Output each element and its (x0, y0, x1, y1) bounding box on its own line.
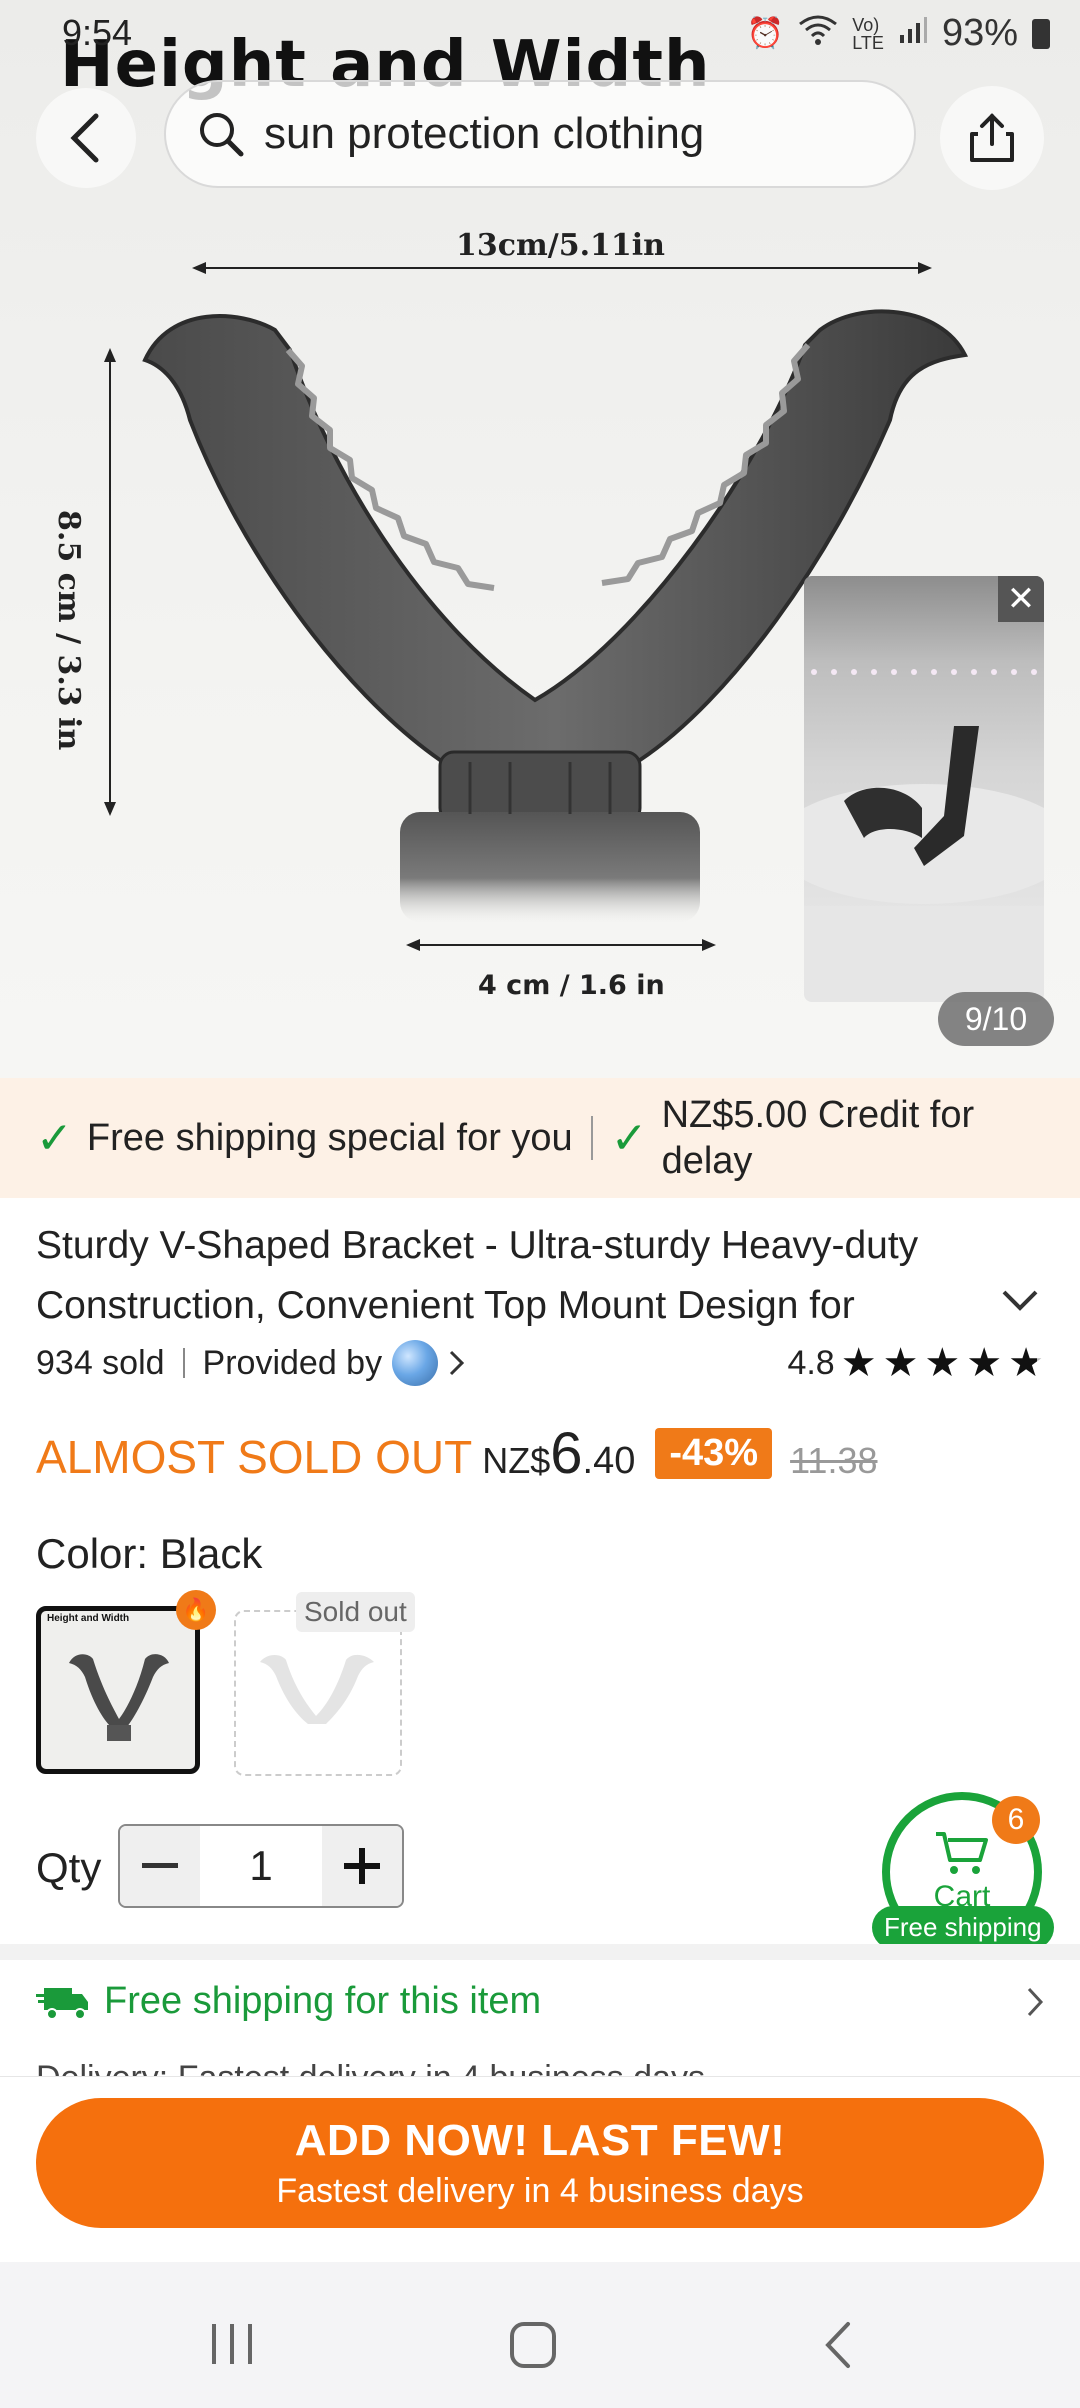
star-icon: ★ (840, 1341, 877, 1385)
free-shipping-special-text: Free shipping special for you (86, 1116, 573, 1159)
section-divider (0, 1944, 1080, 1960)
check-icon: ✓ (36, 1113, 73, 1163)
share-icon (970, 113, 1014, 162)
sold-count: 934 sold (36, 1343, 165, 1382)
alarm-icon: ⏰ (746, 17, 785, 50)
free-shipping-item-text: Free shipping for this item (104, 1980, 542, 2022)
battery-percent: 93% (941, 12, 1018, 54)
add-to-cart-button[interactable]: ADD NOW! LAST FEW! Fastest delivery in 4… (36, 2098, 1044, 2228)
color-swatch-black[interactable]: Height and Width (36, 1606, 200, 1774)
height-dimension-label: 8.5 cm / 3.3 in (51, 510, 86, 751)
cart-icon (936, 1832, 988, 1874)
swatch-thumbnail (260, 1654, 374, 1724)
truck-icon (36, 1987, 88, 2020)
chevron-left-icon (70, 113, 99, 163)
star-icon: ★ (966, 1341, 1003, 1385)
search-query-text: sun protection clothing (264, 109, 705, 158)
star-icon: ★ (882, 1341, 919, 1385)
color-swatch-white[interactable] (234, 1610, 402, 1776)
signal-icon (898, 15, 928, 53)
decrease-button[interactable] (120, 1826, 200, 1906)
credit-line-2: delay (661, 1140, 753, 1182)
qty-label: Qty (36, 1844, 102, 1891)
quantity-stepper[interactable]: 1 (118, 1824, 404, 1908)
floating-video-preview[interactable]: ✕ (804, 576, 1044, 1002)
swatch-thumbnail (69, 1654, 169, 1741)
search-icon (200, 113, 244, 157)
increase-button[interactable] (322, 1826, 402, 1906)
search-bar[interactable]: sun protection clothing (164, 80, 916, 188)
close-video-icon[interactable]: ✕ (998, 576, 1044, 622)
cart-count-badge: 6 (992, 1796, 1040, 1844)
color-label: Color: Black (36, 1530, 263, 1577)
cart-free-shipping-tag: Free shipping (872, 1906, 1054, 1949)
credit-for-delay-text: NZ$5.00 Credit for delay (662, 1092, 975, 1184)
chevron-down-icon[interactable] (1000, 1282, 1040, 1321)
back-button[interactable] (36, 88, 136, 188)
sold-out-badge: Sold out (296, 1592, 415, 1632)
width-dimension-label: 13cm/5.11in (456, 228, 665, 263)
wifi-icon (798, 14, 838, 54)
share-button[interactable] (940, 86, 1044, 190)
back-nav-icon[interactable] (818, 2320, 858, 2375)
original-price: 11.38 (790, 1440, 878, 1481)
home-icon[interactable] (508, 2320, 558, 2375)
lte-icon: Vo) LTE (852, 14, 884, 53)
divider (590, 1116, 593, 1160)
product-title[interactable]: Sturdy V-Shaped Bracket - Ultra-sturdy H… (36, 1216, 986, 1336)
provider-logo[interactable] (392, 1340, 439, 1386)
add-button-label: ADD NOW! LAST FEW! (294, 2115, 786, 2165)
shipping-benefits-banner: ✓ Free shipping special for you ✓ NZ$5.0… (0, 1078, 1080, 1198)
chevron-right-icon[interactable] (446, 1348, 468, 1378)
price-row: ALMOST SOLD OUT NZ$ 6 .40 -43% 11.38 (36, 1420, 878, 1487)
almost-sold-out-label: ALMOST SOLD OUT (36, 1431, 473, 1483)
sold-provider-line: 934 sold Provided by (36, 1340, 468, 1386)
provided-by-label[interactable]: Provided by (203, 1344, 383, 1383)
price-main: 6 (550, 1421, 583, 1486)
discount-badge: -43% (655, 1428, 773, 1479)
fire-icon: 🔥 (176, 1590, 216, 1630)
video-thumbnail (804, 669, 1044, 1002)
price-decimal: .40 (582, 1440, 636, 1482)
status-icons: ⏰ Vo) LTE 93% (747, 12, 1050, 55)
delivery-info-peek: Delivery: Fastest delivery in 4 business… (36, 2059, 705, 2078)
credit-line-1: NZ$5.00 Credit for (661, 1094, 975, 1136)
rating[interactable]: 4.8 ★ ★ ★ ★ ★ (787, 1340, 1044, 1386)
check-icon: ✓ (610, 1113, 648, 1163)
currency-label: NZ$ (482, 1440, 551, 1481)
recent-apps-icon[interactable] (208, 2320, 256, 2373)
battery-icon (1032, 18, 1050, 49)
image-page-counter: 9/10 (938, 992, 1054, 1046)
status-time: 9:54 (62, 12, 133, 53)
add-button-sublabel: Fastest delivery in 4 business days (276, 2171, 804, 2210)
base-dimension-label: 4 cm / 1.6 in (478, 970, 665, 1001)
minus-icon (142, 1863, 178, 1868)
chevron-right-icon (1027, 1987, 1044, 2016)
star-icon: ★ (1008, 1341, 1044, 1385)
free-shipping-row[interactable]: Free shipping for this item (36, 1980, 1046, 2023)
star-icon: ★ (924, 1341, 961, 1385)
rating-value: 4.8 (787, 1343, 835, 1382)
plus-icon (344, 1848, 380, 1884)
divider (182, 1348, 185, 1378)
quantity-value[interactable]: 1 (200, 1826, 322, 1906)
